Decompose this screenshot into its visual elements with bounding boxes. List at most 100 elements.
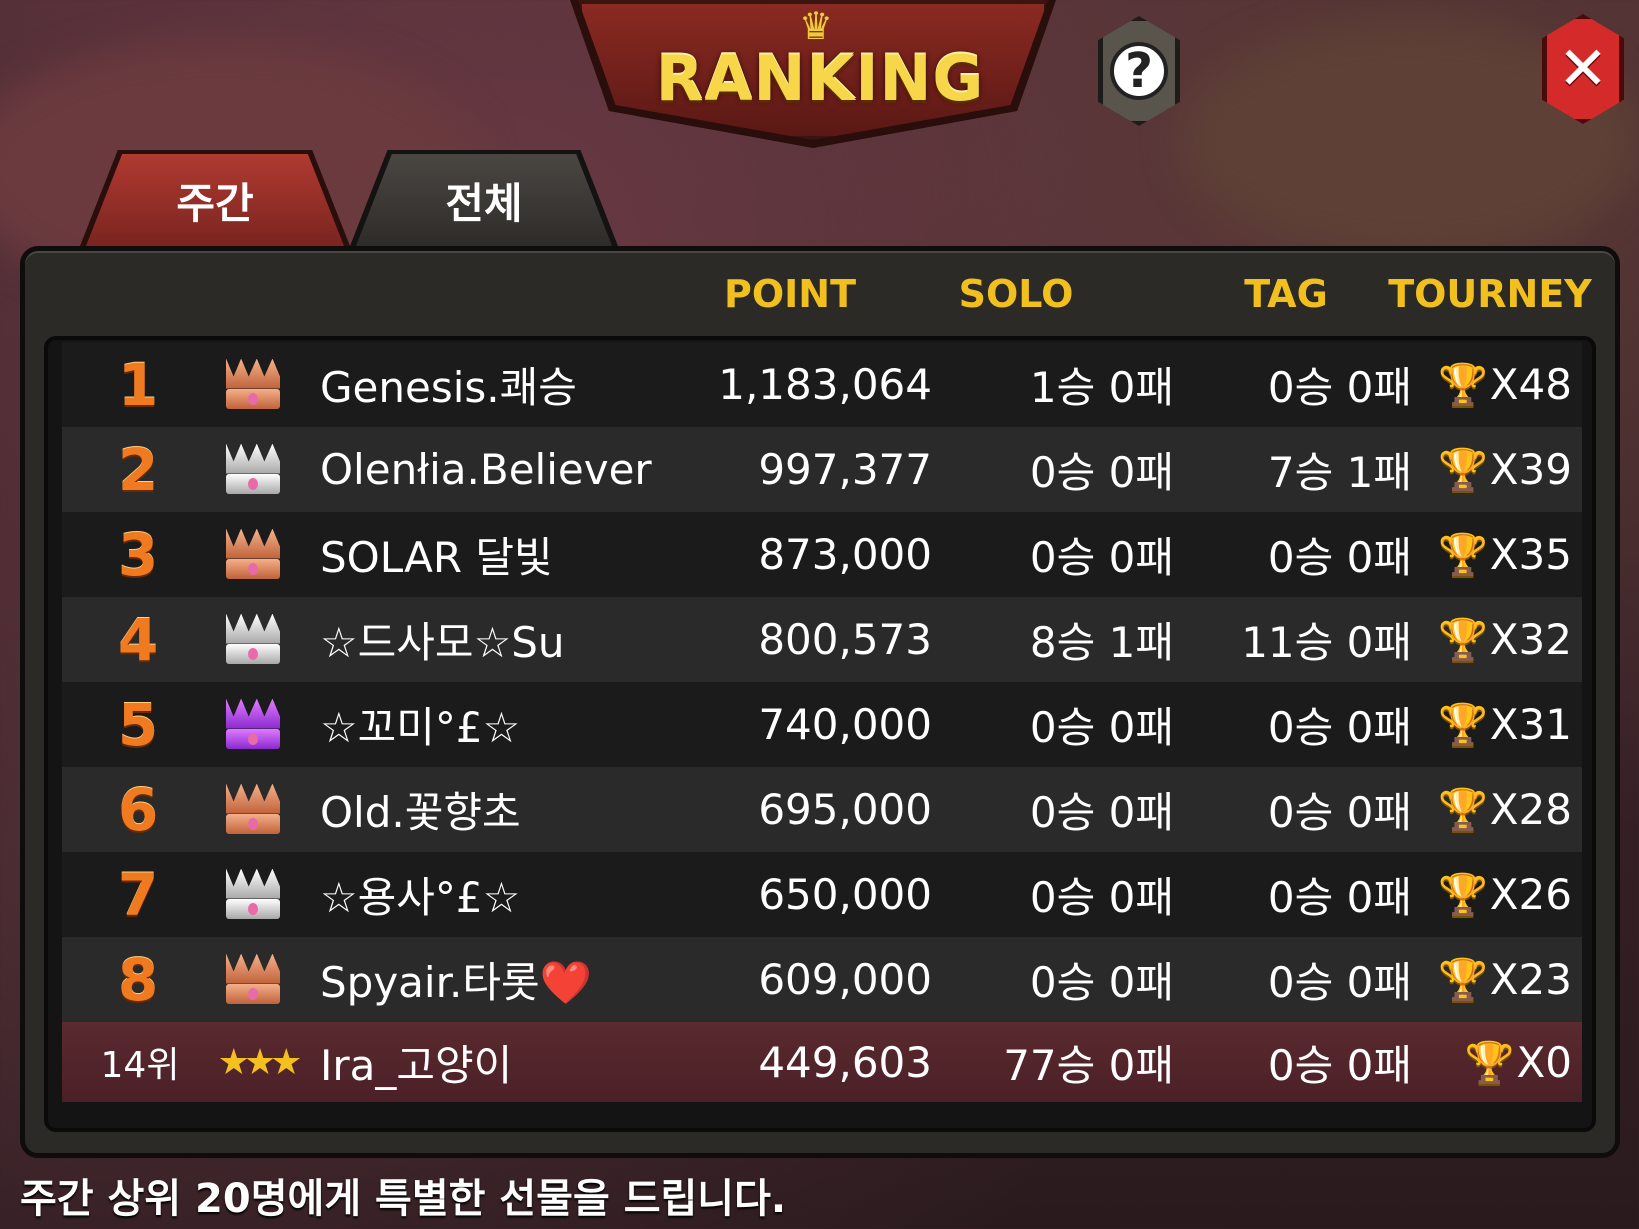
- stars-icon: ★★★: [217, 1041, 303, 1083]
- player-point: 740,000: [758, 700, 932, 749]
- rank-number: 2: [117, 435, 159, 504]
- player-solo: 0승 0패: [1029, 958, 1174, 1007]
- my-tag: 0승 0패: [1267, 1040, 1412, 1090]
- player-tag: 0승 0패: [1267, 958, 1412, 1007]
- tourney-count: X31: [1489, 700, 1572, 749]
- column-header-point: POINT: [723, 272, 857, 316]
- page-title: RANKING: [655, 42, 985, 115]
- player-solo: 0승 0패: [1029, 788, 1174, 837]
- tab-weekly[interactable]: 주간: [86, 154, 344, 246]
- player-tourney: 🏆 X35: [1422, 512, 1572, 597]
- player-name: ☆용사°£☆: [320, 873, 521, 922]
- ranking-list[interactable]: 1 Genesis.쾌승 1,183,064 1승 0패 0승 0패 🏆 X48 …: [44, 336, 1596, 1132]
- player-tag: 7승 1패: [1267, 448, 1412, 497]
- player-solo: 0승 0패: [1029, 703, 1174, 752]
- table-row[interactable]: 7 ☆용사°£☆ 650,000 0승 0패 0승 0패 🏆 X26: [62, 852, 1582, 937]
- crown-icon: [220, 852, 286, 937]
- rank-number: 3: [117, 520, 159, 589]
- trophy-icon: 🏆: [1437, 362, 1488, 408]
- player-name: Genesis.쾌승: [320, 363, 577, 412]
- tourney-count: X26: [1489, 870, 1572, 919]
- trophy-icon: 🏆: [1437, 957, 1488, 1003]
- tourney-count: X32: [1489, 615, 1572, 664]
- table-row[interactable]: 3 SOLAR 달빛 873,000 0승 0패 0승 0패 🏆 X35: [62, 512, 1582, 597]
- player-name: Old.꽃향초: [320, 788, 521, 837]
- player-tourney: 🏆 X23: [1422, 937, 1572, 1022]
- tab-all[interactable]: 전체: [356, 154, 612, 246]
- player-solo: 0승 0패: [1029, 448, 1174, 497]
- player-point: 609,000: [758, 955, 932, 1004]
- player-point: 1,183,064: [718, 360, 932, 409]
- tourney-count: X48: [1489, 360, 1572, 409]
- rank-number: 6: [117, 775, 159, 844]
- player-point: 695,000: [758, 785, 932, 834]
- player-tag: 0승 0패: [1267, 703, 1412, 752]
- table-row[interactable]: 4 ☆드사모☆Su 800,573 8승 1패 11승 0패 🏆 X32: [62, 597, 1582, 682]
- player-tag: 0승 0패: [1267, 363, 1412, 412]
- rank-number: 8: [117, 945, 159, 1014]
- player-solo: 0승 0패: [1029, 873, 1174, 922]
- my-name: Ira_고양이: [320, 1040, 513, 1090]
- footer-notice: 주간 상위 20명에게 특별한 선물을 드립니다.: [20, 1176, 787, 1222]
- trophy-icon: 🏆: [1437, 787, 1488, 833]
- player-tourney: 🏆 X26: [1422, 852, 1572, 937]
- trophy-icon: 🏆: [1437, 617, 1488, 663]
- tourney-count: X35: [1489, 530, 1572, 579]
- player-tourney: 🏆 X28: [1422, 767, 1572, 852]
- player-name: ☆드사모☆Su: [320, 618, 565, 667]
- tourney-count: X23: [1489, 955, 1572, 1004]
- player-tourney: 🏆 X48: [1422, 342, 1572, 427]
- tab-all-label: 전체: [445, 178, 523, 228]
- my-point: 449,603: [758, 1037, 932, 1087]
- rank-number: 5: [117, 690, 159, 759]
- player-tag: 0승 0패: [1267, 533, 1412, 582]
- table-row[interactable]: 8 Spyair.타롯❤️ 609,000 0승 0패 0승 0패 🏆 X23: [62, 937, 1582, 1022]
- rank-number: 4: [117, 605, 159, 674]
- table-row[interactable]: 6 Old.꽃향초 695,000 0승 0패 0승 0패 🏆 X28: [62, 767, 1582, 852]
- player-tag: 0승 0패: [1267, 873, 1412, 922]
- table-row[interactable]: 2 Olenłia.Believer 997,377 0승 0패 7승 1패 🏆…: [62, 427, 1582, 512]
- crown-icon: [220, 427, 286, 512]
- player-name: Olenłia.Believer: [320, 445, 652, 494]
- crown-icon: [220, 937, 286, 1022]
- tourney-count: X28: [1489, 785, 1572, 834]
- rank-number: 7: [117, 860, 159, 929]
- player-solo: 0승 0패: [1029, 533, 1174, 582]
- trophy-icon: 🏆: [1437, 872, 1488, 918]
- trophy-icon: 🏆: [1437, 702, 1488, 748]
- crown-icon: ♛: [798, 4, 834, 48]
- player-name: SOLAR 달빛: [320, 533, 553, 582]
- player-point: 873,000: [758, 530, 932, 579]
- player-point: 997,377: [758, 445, 932, 494]
- my-rank-row[interactable]: 14위 ★★★ Ira_고양이 449,603 77승 0패 0승 0패 🏆 X0: [62, 1022, 1582, 1102]
- player-name: ☆꼬미°£☆: [320, 703, 521, 752]
- player-tag: 0승 0패: [1267, 788, 1412, 837]
- my-rank: 14위: [100, 1045, 180, 1086]
- trophy-icon: 🏆: [1464, 1039, 1515, 1086]
- table-row[interactable]: 5 ☆꼬미°£☆ 740,000 0승 0패 0승 0패 🏆 X31: [62, 682, 1582, 767]
- player-name: Spyair.타롯❤️: [320, 958, 592, 1007]
- my-solo: 77승 0패: [1003, 1040, 1174, 1090]
- crown-icon: [220, 597, 286, 682]
- crown-icon: [220, 767, 286, 852]
- column-header-tag: TAG: [1244, 272, 1328, 316]
- question-icon: ?: [1110, 42, 1168, 100]
- table-row[interactable]: 1 Genesis.쾌승 1,183,064 1승 0패 0승 0패 🏆 X48: [62, 342, 1582, 427]
- player-tourney: 🏆 X32: [1422, 597, 1572, 682]
- player-solo: 8승 1패: [1029, 618, 1174, 667]
- tourney-count: X39: [1489, 445, 1572, 494]
- crown-icon: [220, 512, 286, 597]
- tourney-count: X0: [1516, 1037, 1573, 1087]
- player-tag: 11승 0패: [1241, 618, 1412, 667]
- help-button[interactable]: ?: [1098, 16, 1180, 126]
- rank-number: 1: [117, 350, 159, 419]
- trophy-icon: 🏆: [1437, 532, 1488, 578]
- player-tourney: 🏆 X31: [1422, 682, 1572, 767]
- crown-icon: [220, 342, 286, 427]
- player-tourney: 🏆 X39: [1422, 427, 1572, 512]
- player-point: 650,000: [758, 870, 932, 919]
- tab-weekly-label: 주간: [176, 178, 254, 228]
- my-tourney: 🏆 X0: [1422, 1022, 1572, 1102]
- column-header-tourney: TOURNEY: [1388, 272, 1592, 316]
- crown-icon: [220, 682, 286, 767]
